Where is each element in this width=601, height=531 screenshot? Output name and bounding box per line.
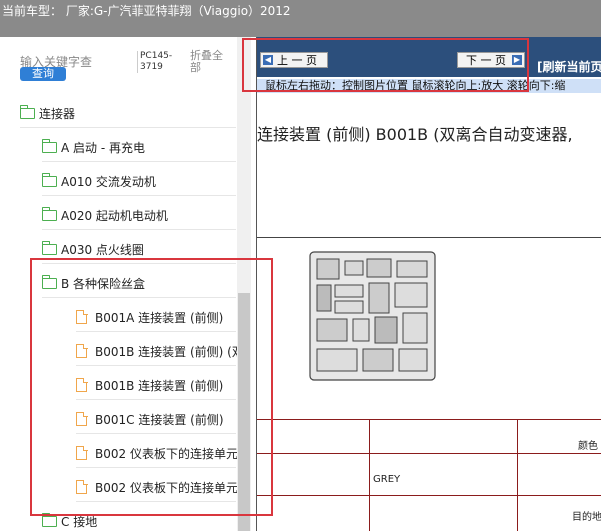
page-divider (257, 237, 601, 238)
pc-code: PC145-3719 (137, 51, 180, 73)
table-cell-grey: GREY (373, 474, 401, 485)
table-header-destination: 目的地 (572, 512, 601, 523)
current-model-title: 当前车型： 厂家:G-广汽菲亚特菲翔（Viaggio）2012 (2, 4, 291, 18)
tree-separator (20, 127, 236, 128)
tree-item-label: 连接器 (39, 107, 76, 121)
tree-item[interactable]: A010 交流发动机 (0, 166, 236, 196)
tree-item[interactable]: 连接器 (0, 98, 236, 128)
folder-icon (41, 513, 57, 527)
tree-item[interactable]: A020 起动机电动机 (0, 200, 236, 230)
tree-item-label: A020 起动机电动机 (61, 209, 168, 223)
highlight-box-nav (242, 38, 529, 92)
tree-item-label: A 启动 - 再充电 (61, 141, 145, 155)
table-line (257, 419, 601, 420)
tree-item[interactable]: A 启动 - 再充电 (0, 132, 236, 162)
table-line (517, 419, 518, 531)
collapse-all-button[interactable]: 折叠全部 (190, 50, 230, 74)
table-header-color: 颜色 (578, 441, 598, 452)
folder-icon (19, 105, 35, 119)
table-line (369, 419, 370, 531)
table-line (257, 495, 601, 496)
table-line (257, 453, 601, 454)
tree-item-label: A030 点火线圈 (61, 243, 144, 257)
document-title: 连接装置 (前侧) B001B (双离合自动变速器, (257, 125, 573, 144)
tree-separator (42, 229, 236, 230)
tree-item-label: A010 交流发动机 (61, 175, 156, 189)
folder-icon (41, 139, 57, 153)
folder-icon (41, 241, 57, 255)
refresh-page-button[interactable]: [刷新当前页 (537, 58, 601, 75)
fuse-box-diagram (309, 251, 436, 381)
tree-separator (42, 195, 236, 196)
highlight-box-tree (30, 258, 273, 516)
tree-separator (42, 161, 236, 162)
title-bar: 当前车型： 厂家:G-广汽菲亚特菲翔（Viaggio）2012 (0, 0, 601, 37)
document-viewer: ◀ 上 一 页 下 一 页 ▶ [刷新当前页 鼠标左右拖动：控制图片位置 鼠标滚… (256, 37, 601, 531)
search-button[interactable]: 查询 (20, 67, 66, 81)
folder-icon (41, 207, 57, 221)
folder-icon (41, 173, 57, 187)
